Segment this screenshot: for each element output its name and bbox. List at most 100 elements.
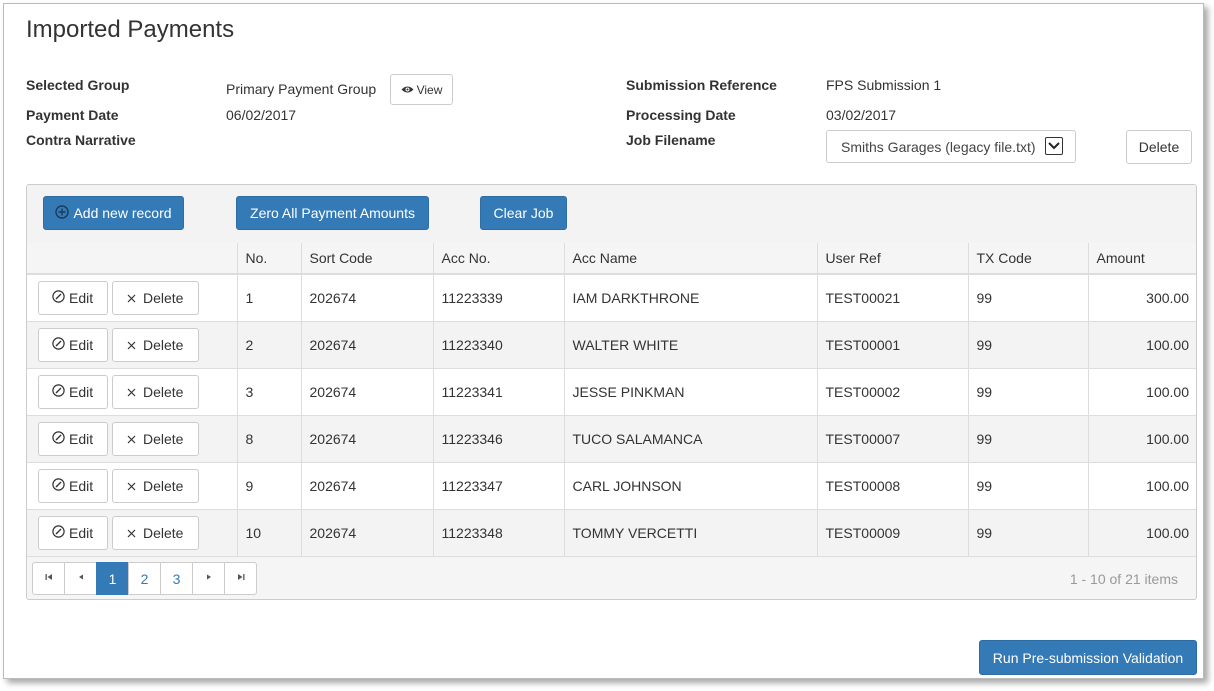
run-pre-submission-validation-button[interactable]: Run Pre-submission Validation	[979, 640, 1197, 675]
pencil-circle-icon	[52, 525, 65, 541]
first-page-button[interactable]	[32, 562, 65, 595]
edit-row-button[interactable]: Edit	[38, 328, 108, 362]
clear-job-button[interactable]: Clear Job	[480, 196, 567, 230]
x-icon	[127, 431, 136, 447]
cell-acc-no: 11223341	[432, 368, 564, 416]
cell-actions: Edit Delete	[27, 321, 237, 369]
delete-row-button[interactable]: Delete	[112, 281, 199, 315]
edit-label: Edit	[69, 525, 94, 541]
cell-actions: Edit Delete	[27, 509, 237, 557]
pencil-circle-icon	[52, 431, 65, 447]
cell-amount: 100.00	[1087, 321, 1196, 369]
plus-circle-icon	[55, 204, 70, 222]
payment-date-label: Payment Date	[26, 107, 119, 123]
add-new-record-label: Add new record	[73, 205, 172, 221]
delete-row-button[interactable]: Delete	[112, 422, 199, 456]
cell-tx-code: 99	[967, 368, 1088, 416]
zero-all-label: Zero All Payment Amounts	[250, 205, 415, 221]
table-row: Edit Delete 8 202674 11223346 TUCO SALAMANCA T…	[27, 415, 1196, 463]
column-header-sort-code[interactable]: Sort Code	[300, 243, 433, 275]
cell-no: 9	[236, 462, 301, 510]
job-filename-select[interactable]: Smiths Garages (legacy file.txt)	[826, 130, 1076, 163]
x-icon	[127, 290, 136, 306]
cell-acc-name: TOMMY VERCETTI	[563, 509, 817, 557]
delete-row-button[interactable]: Delete	[112, 516, 199, 550]
column-header-user-ref[interactable]: User Ref	[816, 243, 968, 275]
x-icon	[127, 337, 136, 353]
cell-acc-name: IAM DARKTHRONE	[563, 274, 817, 322]
edit-row-button[interactable]: Edit	[38, 516, 108, 550]
pager-info: 1 - 10 of 21 items	[1069, 571, 1178, 587]
cell-no: 3	[236, 368, 301, 416]
edit-row-button[interactable]: Edit	[38, 422, 108, 456]
pencil-circle-icon	[52, 384, 65, 400]
edit-label: Edit	[69, 478, 94, 494]
prev-page-button[interactable]	[64, 562, 97, 595]
delete-job-button-label: Delete	[1138, 139, 1180, 155]
delete-label: Delete	[143, 384, 184, 400]
cell-user-ref: TEST00021	[816, 274, 968, 322]
x-icon	[127, 384, 136, 400]
cell-no: 8	[236, 415, 301, 463]
table-row: Edit Delete 2 202674 11223340 WALTER WHITE TES…	[27, 321, 1196, 369]
selected-group-value: Primary Payment Group	[226, 81, 377, 97]
column-header-tx-code[interactable]: TX Code	[967, 243, 1088, 275]
zero-all-payment-amounts-button[interactable]: Zero All Payment Amounts	[236, 196, 429, 230]
cell-user-ref: TEST00001	[816, 321, 968, 369]
chevron-down-icon[interactable]	[1045, 137, 1063, 155]
delete-label: Delete	[143, 290, 184, 306]
page-button-3[interactable]: 3	[160, 562, 193, 595]
column-header-no[interactable]: No.	[236, 243, 301, 275]
column-header-actions	[27, 243, 237, 275]
cell-sort-code: 202674	[300, 274, 433, 322]
last-page-button[interactable]	[224, 562, 257, 595]
cell-user-ref: TEST00009	[816, 509, 968, 557]
delete-row-button[interactable]: Delete	[112, 469, 199, 503]
page-frame: Imported Payments Selected Group Primary…	[3, 3, 1204, 679]
edit-row-button[interactable]: Edit	[38, 281, 108, 315]
pager: 1 2 3	[32, 562, 257, 596]
page-button-2[interactable]: 2	[128, 562, 161, 595]
contra-narrative-label: Contra Narrative	[26, 132, 136, 148]
column-header-amount[interactable]: Amount	[1087, 243, 1196, 275]
add-new-record-button[interactable]: Add new record	[43, 196, 184, 230]
payments-grid: Add new record Zero All Payment Amounts …	[26, 184, 1197, 600]
job-filename-selected: Smiths Garages (legacy file.txt)	[841, 138, 1036, 155]
eye-icon	[401, 85, 414, 94]
cell-acc-name: WALTER WHITE	[563, 321, 817, 369]
view-button[interactable]: View	[390, 74, 453, 105]
edit-row-button[interactable]: Edit	[38, 375, 108, 409]
cell-tx-code: 99	[967, 274, 1088, 322]
delete-row-button[interactable]: Delete	[112, 375, 199, 409]
table-row: Edit Delete 1 202674 11223339 IAM DARKTHRONE T…	[27, 274, 1196, 322]
cell-sort-code: 202674	[300, 462, 433, 510]
pencil-circle-icon	[52, 290, 65, 306]
cell-acc-no: 11223340	[432, 321, 564, 369]
cell-actions: Edit Delete	[27, 415, 237, 463]
delete-row-button[interactable]: Delete	[112, 328, 199, 362]
delete-label: Delete	[143, 431, 184, 447]
cell-amount: 100.00	[1087, 368, 1196, 416]
column-header-acc-no[interactable]: Acc No.	[432, 243, 564, 275]
delete-label: Delete	[143, 478, 184, 494]
submission-reference-label: Submission Reference	[626, 77, 777, 93]
cell-sort-code: 202674	[300, 321, 433, 369]
run-validation-label: Run Pre-submission Validation	[992, 649, 1184, 666]
delete-label: Delete	[143, 337, 184, 353]
table-row: Edit Delete 10 202674 11223348 TOMMY VERCETTI…	[27, 509, 1196, 557]
pencil-circle-icon	[52, 337, 65, 353]
cell-tx-code: 99	[967, 462, 1088, 510]
cell-no: 2	[236, 321, 301, 369]
table-row: Edit Delete 3 202674 11223341 JESSE PINKMAN TE…	[27, 368, 1196, 416]
cell-no: 1	[236, 274, 301, 322]
cell-amount: 100.00	[1087, 462, 1196, 510]
payments-table: No. Sort Code Acc No. Acc Name User Ref …	[27, 243, 1196, 557]
cell-actions: Edit Delete	[27, 274, 237, 322]
last-page-icon	[237, 573, 245, 584]
column-header-acc-name[interactable]: Acc Name	[563, 243, 817, 275]
edit-row-button[interactable]: Edit	[38, 469, 108, 503]
delete-job-button[interactable]: Delete	[1126, 130, 1192, 164]
page-button-1[interactable]: 1	[96, 562, 129, 595]
cell-acc-name: JESSE PINKMAN	[563, 368, 817, 416]
next-page-button[interactable]	[192, 562, 225, 595]
